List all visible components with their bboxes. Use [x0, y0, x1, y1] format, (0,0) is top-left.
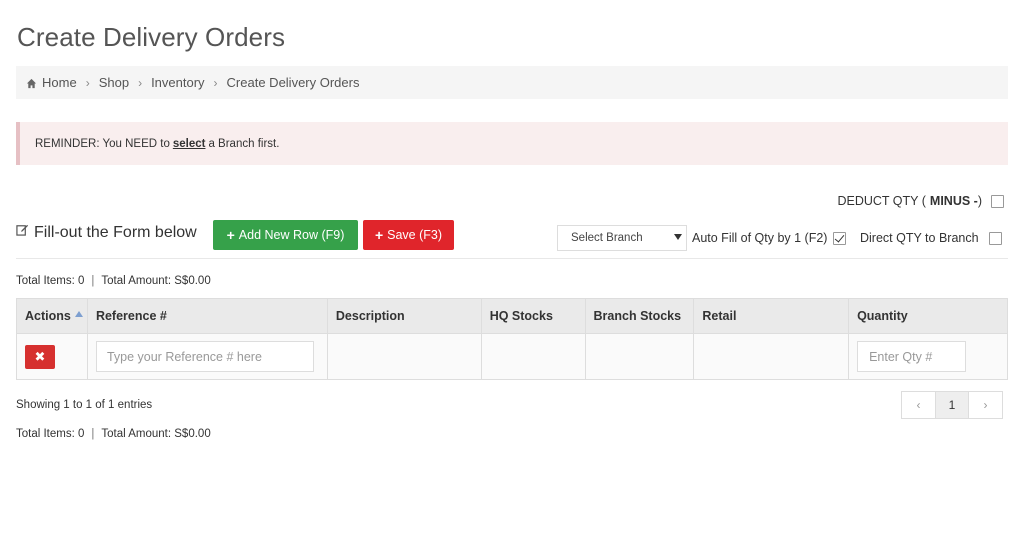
- breadcrumb: Home › Shop › Inventory › Create Deliver…: [16, 66, 1008, 99]
- autofill-label: Auto Fill of Qty by 1 (F2): [692, 231, 828, 245]
- column-header-label: Actions: [25, 309, 71, 323]
- column-header-actions[interactable]: Actions: [16, 298, 88, 334]
- sort-asc-icon: [74, 311, 83, 317]
- plus-icon: +: [374, 227, 384, 243]
- totals-summary-bottom: Total Items: 0 | Total Amount: S$0.00: [16, 428, 211, 440]
- page-title: Create Delivery Orders: [17, 22, 286, 52]
- direct-qty-checkbox[interactable]: [988, 231, 1002, 245]
- column-header-description[interactable]: Description: [326, 298, 482, 334]
- caret-down-icon: [674, 234, 682, 240]
- form-title-text: Fill-out the Form below: [34, 224, 197, 241]
- breadcrumb-shop[interactable]: Shop: [99, 75, 129, 90]
- column-header-reference[interactable]: Reference #: [86, 298, 328, 334]
- direct-qty-option: Direct QTY to Branch: [860, 231, 1002, 245]
- total-amount: Total Amount: S$0.00: [101, 428, 211, 440]
- form-title: Fill-out the Form below: [16, 224, 197, 242]
- edit-icon: [16, 224, 29, 236]
- reminder-emphasis: select: [172, 137, 206, 150]
- total-amount: Total Amount: S$0.00: [101, 275, 211, 287]
- chevron-right-icon: ›: [213, 75, 218, 90]
- pagination: ‹ 1 ›: [901, 391, 1003, 419]
- total-items: Total Items: 0: [16, 428, 85, 440]
- save-button[interactable]: + Save (F3): [363, 220, 454, 250]
- quantity-input[interactable]: Enter Qty #: [857, 341, 967, 372]
- deduct-close: ): [977, 194, 982, 208]
- branch-select-value: Select Branch: [571, 232, 643, 244]
- cell-branch-stocks: [584, 333, 695, 380]
- table-row: ✖ Type your Reference # here Enter Qty #: [16, 333, 1008, 380]
- delete-row-button[interactable]: ✖: [25, 344, 55, 369]
- add-new-row-button[interactable]: + Add New Row (F9): [213, 220, 358, 250]
- entries-info: Showing 1 to 1 of 1 entries: [16, 399, 153, 411]
- totals-separator: |: [91, 428, 95, 440]
- column-header-retail[interactable]: Retail: [693, 298, 850, 334]
- direct-qty-label: Direct QTY to Branch: [860, 231, 979, 245]
- chevron-right-icon: ›: [138, 75, 143, 90]
- deduct-label: DEDUCT QTY (: [837, 194, 926, 208]
- reminder-alert: REMINDER: You NEED to select a Branch fi…: [16, 122, 1008, 165]
- column-header-quantity[interactable]: Quantity: [848, 298, 1008, 334]
- deduct-qty-option: DEDUCT QTY (MINUS -): [837, 194, 1004, 208]
- plus-icon: +: [226, 227, 235, 243]
- cell-reference: Type your Reference # here: [86, 333, 328, 380]
- cell-quantity: Enter Qty #: [848, 333, 1008, 380]
- cell-actions: ✖: [16, 333, 88, 380]
- chevron-right-icon: ›: [85, 75, 90, 90]
- reminder-prefix: REMINDER: You NEED to: [35, 137, 170, 150]
- order-table: Actions Reference # Description HQ Stock…: [16, 298, 1008, 380]
- deduct-bold: MINUS -: [929, 194, 978, 208]
- divider: [16, 258, 1008, 259]
- branch-select[interactable]: Select Branch: [557, 225, 687, 251]
- pagination-page-button[interactable]: 1: [935, 391, 969, 419]
- cell-retail: [693, 333, 850, 380]
- table-header-row: Actions Reference # Description HQ Stock…: [16, 298, 1008, 334]
- breadcrumb-home[interactable]: Home: [42, 75, 77, 90]
- breadcrumb-inventory[interactable]: Inventory: [151, 75, 204, 90]
- deduct-qty-checkbox[interactable]: [991, 194, 1004, 208]
- totals-separator: |: [91, 275, 95, 287]
- column-header-branch-stocks[interactable]: Branch Stocks: [584, 298, 695, 334]
- breadcrumb-current: Create Delivery Orders: [226, 75, 360, 90]
- reference-input[interactable]: Type your Reference # here: [95, 341, 314, 372]
- autofill-checkbox[interactable]: [833, 231, 847, 245]
- pagination-next-button[interactable]: ›: [968, 391, 1003, 419]
- pagination-prev-button[interactable]: ‹: [901, 391, 936, 419]
- totals-summary-top: Total Items: 0 | Total Amount: S$0.00: [16, 275, 211, 287]
- save-label: Save (F3): [387, 228, 443, 242]
- add-new-row-label: Add New Row (F9): [238, 228, 345, 242]
- cell-description: [326, 333, 482, 380]
- reminder-suffix: a Branch first.: [208, 137, 280, 150]
- cell-hq-stocks: [480, 333, 586, 380]
- column-header-hq-stocks[interactable]: HQ Stocks: [480, 298, 586, 334]
- autofill-option: Auto Fill of Qty by 1 (F2): [692, 231, 847, 245]
- home-icon: [26, 78, 37, 89]
- total-items: Total Items: 0: [16, 275, 85, 287]
